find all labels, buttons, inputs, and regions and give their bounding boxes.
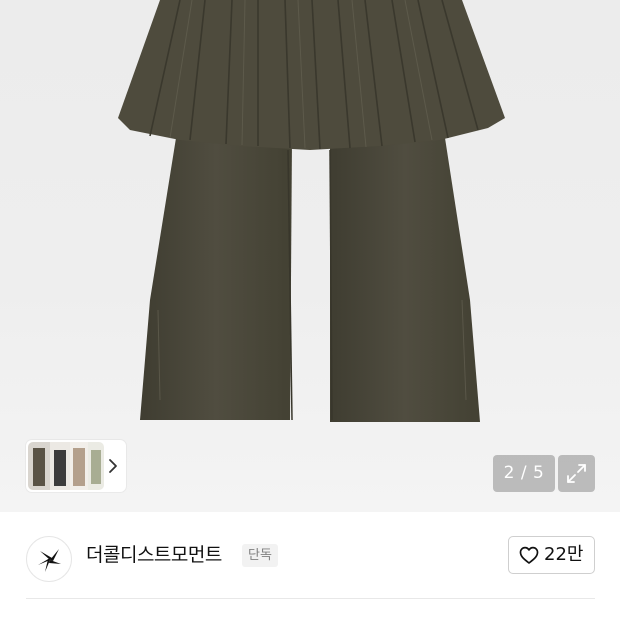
- exclusive-badge: 단독: [242, 544, 278, 567]
- product-image: [118, 0, 505, 422]
- like-button[interactable]: 22만: [508, 536, 595, 574]
- thumbnail-strip[interactable]: [26, 440, 126, 492]
- expand-button[interactable]: [558, 455, 595, 492]
- shop-name[interactable]: 더콜디스트모먼트: [86, 542, 222, 568]
- shop-logo[interactable]: [26, 536, 72, 582]
- expand-arrows-icon: [567, 464, 586, 483]
- product-page: 2 / 5 더콜디스트모먼트 단독 22만: [0, 0, 620, 620]
- heart-outline-icon: [519, 546, 539, 564]
- image-counter: 2 / 5: [493, 455, 555, 492]
- star-burst-logo-icon: [38, 549, 61, 572]
- divider: [26, 598, 595, 599]
- thumbnail-images[interactable]: [28, 442, 104, 490]
- like-count: 22만: [544, 544, 584, 565]
- product-image-gallery[interactable]: 2 / 5: [0, 0, 620, 512]
- chevron-right-icon[interactable]: [106, 456, 120, 476]
- shop-info-row[interactable]: 더콜디스트모먼트 단독 22만: [0, 512, 620, 598]
